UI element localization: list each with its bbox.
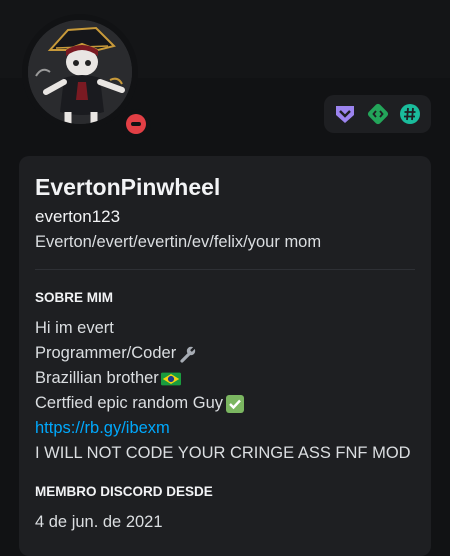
about-line-text: Hi im evert: [35, 319, 114, 337]
avatar-frame: [22, 14, 151, 139]
member-since-date: 4 de jun. de 2021: [35, 513, 163, 531]
username: everton123: [35, 207, 121, 226]
profile-card: EvertonPinwheel everton123 Everton/evert…: [19, 156, 431, 556]
member-since-title: MEMBRO DISCORD DESDE: [35, 484, 213, 499]
about-line-text: Certfied epic random Guy: [35, 394, 224, 412]
pronouns: Everton/evert/evertin/ev/felix/your mom: [35, 233, 322, 251]
avatar-image: [28, 20, 132, 124]
badge-list: [324, 95, 431, 133]
divider: [35, 269, 415, 270]
hashtag-badge-icon[interactable]: [399, 103, 421, 125]
about-line: Brazillian brother: [35, 366, 427, 391]
about-title: SOBRE MIM: [35, 290, 114, 305]
about-line: I WILL NOT CODE YOUR CRINGE ASS FNF MOD: [35, 441, 427, 466]
do-not-disturb-icon: [126, 114, 146, 134]
wrench-emoji-icon: [178, 344, 198, 364]
brazil-flag-emoji-icon: [160, 369, 181, 389]
about-link[interactable]: https://rb.gy/ibexm: [35, 416, 170, 441]
about-line-text: I WILL NOT CODE YOUR CRINGE ASS FNF MOD: [35, 444, 411, 462]
check-mark-emoji-icon: [225, 394, 245, 414]
about-line: Programmer/Coder: [35, 341, 427, 366]
about-line: Certfied epic random Guy: [35, 391, 427, 416]
about-section: Hi im evert Programmer/Coder Brazillian …: [35, 316, 427, 466]
display-name: EvertonPinwheel: [35, 174, 221, 200]
about-line: https://rb.gy/ibexm: [35, 416, 427, 441]
active-developer-badge-icon[interactable]: [367, 103, 389, 125]
about-line-text: Programmer/Coder: [35, 344, 177, 362]
avatar[interactable]: [28, 20, 132, 124]
about-line: Hi im evert: [35, 316, 427, 341]
about-line-text: Brazillian brother: [35, 369, 159, 387]
status-indicator: [121, 109, 151, 139]
hypesquad-badge-icon[interactable]: [334, 103, 356, 125]
dnd-bar: [131, 122, 141, 126]
